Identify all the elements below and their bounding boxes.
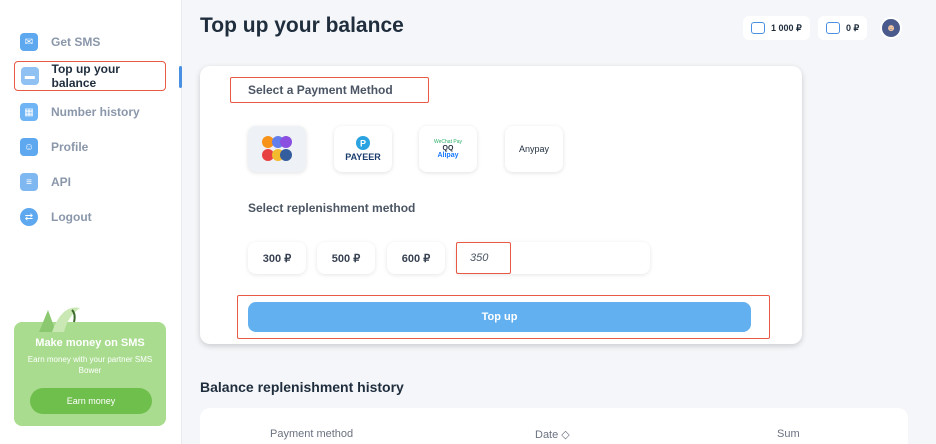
sidebar-item-top-up[interactable]: ▬ Top up your balance: [14, 61, 166, 91]
promo-subtitle: Earn money with your partner SMS Bower: [27, 355, 153, 375]
amount-option-600[interactable]: 600 ₽: [387, 242, 445, 274]
sidebar-item-logout[interactable]: ⇄ Logout: [14, 202, 166, 232]
promo-card: Make money on SMS Earn money with your p…: [14, 307, 166, 426]
payment-method-anypay[interactable]: Anypay: [505, 126, 563, 172]
payment-method-crypto[interactable]: [248, 126, 306, 172]
wallet-icon: [751, 22, 765, 34]
payeer-label: PAYEER: [345, 152, 381, 162]
earn-money-button[interactable]: Earn money: [30, 388, 152, 414]
sidebar-item-label: Profile: [51, 140, 89, 154]
alipay-label: Alipay: [437, 152, 459, 159]
balance-chip[interactable]: 1 000 ₽: [743, 16, 810, 40]
svg-text:P: P: [360, 139, 366, 149]
wallet-icon: ▬: [21, 67, 39, 85]
profile-icon: ☺: [20, 138, 38, 156]
column-header-sum[interactable]: Sum: [777, 428, 800, 440]
history-icon: ▦: [20, 103, 38, 121]
anypay-label: Anypay: [518, 144, 550, 154]
payment-method-wechat-qq-alipay[interactable]: WeChat Pay QQ Alipay: [419, 126, 477, 172]
sidebar-item-label: Top up your balance: [51, 62, 120, 90]
sidebar-item-get-sms[interactable]: ✉ Get SMS: [14, 27, 166, 57]
highlight-box: [456, 242, 511, 274]
column-header-payment-method[interactable]: Payment method: [270, 428, 353, 440]
qq-label: QQ: [442, 145, 454, 152]
sidebar-item-label: Get SMS: [51, 35, 101, 49]
history-title: Balance replenishment history: [200, 379, 404, 395]
sidebar-item-profile[interactable]: ☺ Profile: [14, 132, 166, 162]
promo-title: Make money on SMS: [35, 337, 145, 349]
avatar[interactable]: ☻: [880, 17, 902, 39]
crypto-icon: [262, 136, 292, 161]
payment-card: Select a Payment Method P PAYEER WeChat …: [200, 66, 802, 344]
payeer-icon: P: [356, 136, 370, 150]
page-title: Top up your balance: [200, 14, 404, 37]
history-table: Payment method Date ◇ Sum: [200, 408, 908, 444]
column-header-date[interactable]: Date ◇: [535, 428, 570, 441]
top-up-button[interactable]: Top up: [248, 302, 751, 332]
replenishment-method-label: Select replenishment method: [248, 201, 416, 215]
bonus-value: 0 ₽: [846, 22, 860, 33]
active-indicator: [179, 66, 182, 88]
bonus-wallet-icon: [826, 22, 840, 34]
sidebar-item-label: Logout: [51, 210, 92, 224]
sidebar: ✉ Get SMS ▬ Top up your balance ▦ Number…: [0, 0, 182, 444]
payment-method-payeer[interactable]: P PAYEER: [334, 126, 392, 172]
logout-icon: ⇄: [20, 208, 38, 226]
sidebar-item-number-history[interactable]: ▦ Number history: [14, 97, 166, 127]
amount-option-300[interactable]: 300 ₽: [248, 242, 306, 274]
amount-option-500[interactable]: 500 ₽: [317, 242, 375, 274]
balance-value: 1 000 ₽: [771, 22, 802, 33]
highlight-box: [230, 77, 429, 103]
sidebar-item-label: API: [51, 175, 72, 189]
bonus-chip[interactable]: 0 ₽: [818, 16, 868, 40]
sms-icon: ✉: [20, 33, 38, 51]
api-icon: ≡: [20, 173, 38, 191]
sidebar-item-api[interactable]: ≡ API: [14, 167, 166, 197]
mascot-icon: [39, 307, 80, 332]
sidebar-item-label: Number history: [51, 105, 140, 119]
